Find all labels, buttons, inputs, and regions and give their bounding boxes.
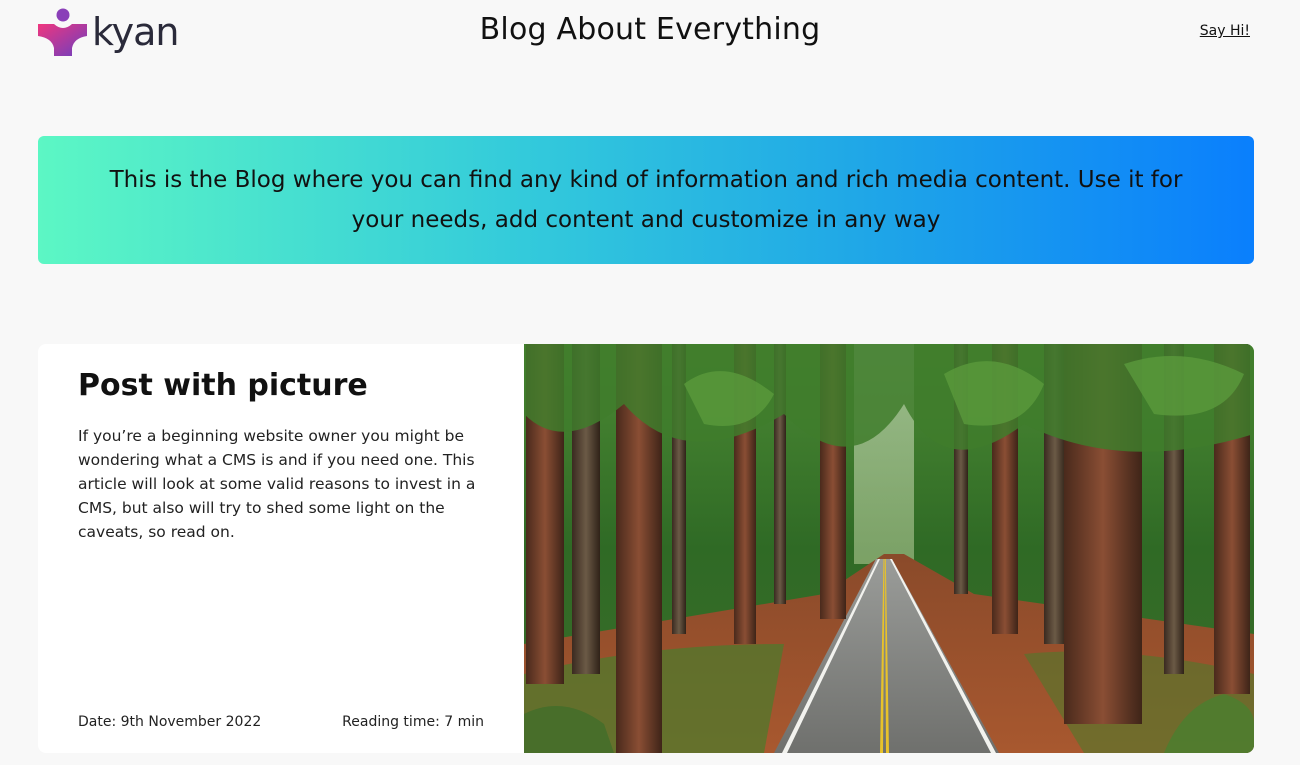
post-image-forest-road[interactable] bbox=[524, 344, 1254, 753]
site-header: kyan Blog About Everything Say Hi! bbox=[0, 0, 1300, 70]
hero-banner: This is the Blog where you can find any … bbox=[38, 136, 1254, 264]
post-reading-time: Reading time: 7 min bbox=[342, 714, 484, 730]
post-title[interactable]: Post with picture bbox=[78, 368, 368, 403]
post-date: Date: 9th November 2022 bbox=[78, 714, 262, 730]
post-excerpt: If you’re a beginning website owner you … bbox=[78, 427, 476, 541]
say-hi-link[interactable]: Say Hi! bbox=[1200, 23, 1250, 39]
post-card[interactable]: Post with picture If you’re a beginning … bbox=[38, 344, 1254, 753]
site-title: Blog About Everything bbox=[479, 12, 821, 47]
hero-text: This is the Blog where you can find any … bbox=[109, 167, 1183, 233]
post-card-body: Post with picture If you’re a beginning … bbox=[38, 344, 524, 753]
